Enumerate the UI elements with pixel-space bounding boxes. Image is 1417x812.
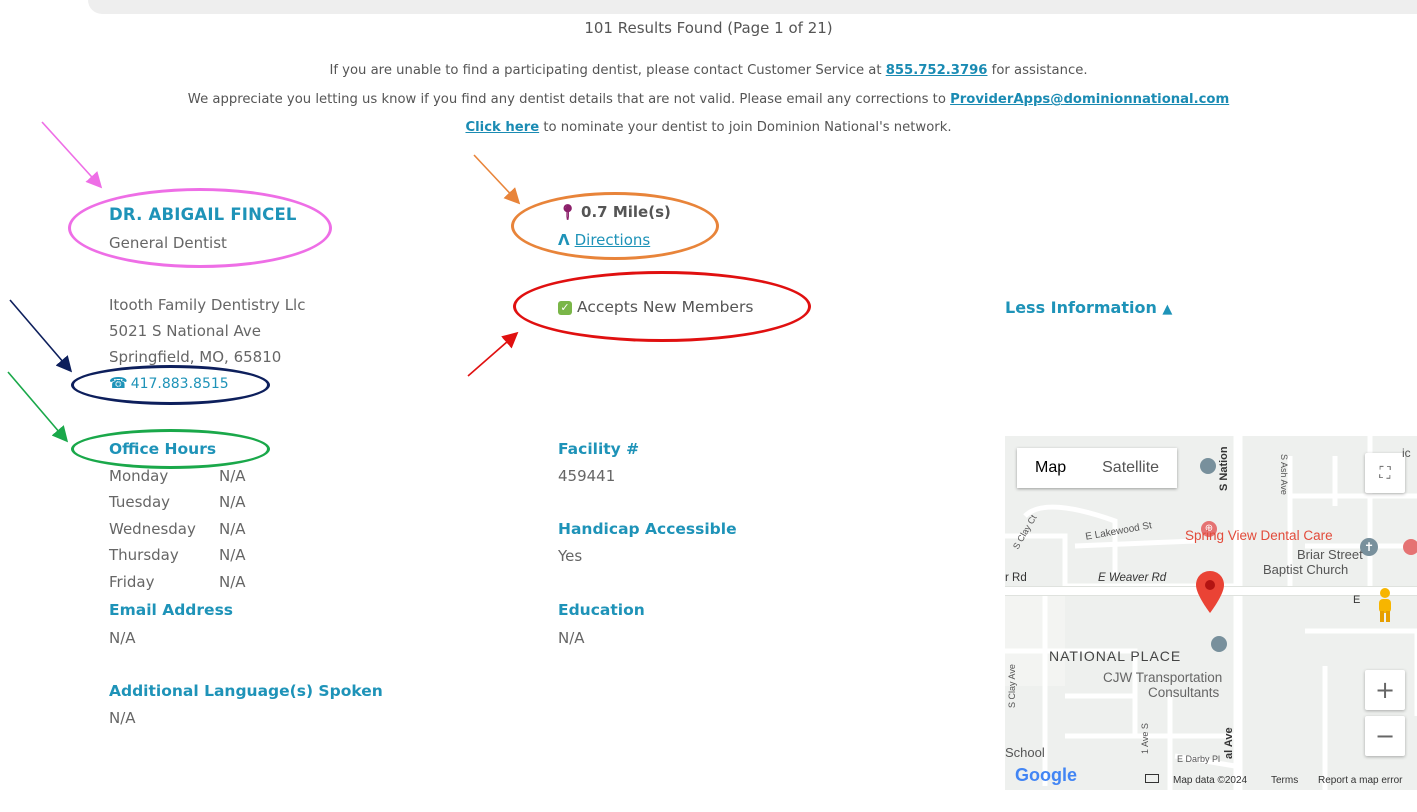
map-footer: Google Map data ©2024 Terms Report a map…	[1005, 765, 1417, 790]
annotation-circle-pink	[68, 188, 332, 268]
annotation-circle-green	[71, 429, 270, 469]
hours-day: Tuesday	[109, 493, 171, 511]
map-label: School	[1005, 745, 1045, 760]
map-data-text: Map data ©2024	[1173, 775, 1248, 786]
fullscreen-icon[interactable]: ⛶	[1365, 453, 1405, 493]
map-label: E Darby Pl	[1177, 754, 1221, 764]
hours-row: Thursday N/A	[109, 546, 246, 564]
navy-arrow	[9, 299, 73, 373]
hours-value: N/A	[219, 467, 246, 485]
map-label: ic	[1402, 446, 1411, 460]
map-type-toggle: Map Satellite	[1017, 448, 1178, 488]
handicap-heading: Handicap Accessible	[558, 520, 737, 538]
hours-row: Monday N/A	[109, 467, 246, 485]
map-label: CJW Transportation	[1103, 670, 1223, 685]
facility-heading: Facility #	[558, 440, 640, 458]
map-label: S Clay Ave	[1007, 664, 1017, 708]
pink-arrow	[41, 121, 103, 189]
handicap-value: Yes	[558, 547, 583, 565]
map-label: E Weaver Rd	[1098, 572, 1167, 584]
terms-link[interactable]: Terms	[1271, 775, 1298, 786]
email-heading: Email Address	[109, 601, 234, 619]
zoom-out-button[interactable]: −	[1365, 716, 1405, 756]
google-logo: Google	[1015, 765, 1077, 785]
hours-value: N/A	[219, 546, 246, 564]
hours-row: Tuesday N/A	[109, 493, 246, 511]
map-label: NATIONAL PLACE	[1049, 648, 1182, 664]
green-arrow	[7, 371, 69, 443]
pegman-icon[interactable]	[1365, 585, 1405, 625]
annotation-circle-red	[513, 271, 811, 342]
facility-value: 459441	[558, 467, 616, 485]
map-label: Briar Street	[1297, 547, 1363, 562]
map-label: r Rd	[1005, 572, 1027, 584]
map-label: Spring View Dental Care	[1185, 528, 1333, 543]
map-roads	[1005, 436, 1417, 790]
hours-value: N/A	[219, 573, 246, 591]
poi-icon	[1200, 458, 1216, 474]
location-pin-icon	[1196, 571, 1224, 613]
keyboard-icon[interactable]	[1145, 774, 1159, 783]
address-line-1: 5021 S National Ave	[109, 322, 261, 340]
practice-name: Itooth Family Dentistry Llc	[109, 296, 306, 314]
hours-value: N/A	[219, 493, 246, 511]
hours-row: Friday N/A	[109, 573, 246, 591]
map-label: S Nation	[1218, 446, 1230, 491]
annotation-circle-orange	[511, 192, 719, 260]
hours-day: Thursday	[109, 546, 179, 564]
map-label: E	[1353, 594, 1361, 606]
poi-icon	[1403, 539, 1417, 555]
languages-heading: Additional Language(s) Spoken	[109, 682, 383, 700]
red-arrow	[467, 331, 519, 377]
address-line-2: Springfield, MO, 65810	[109, 348, 282, 366]
zoom-in-button[interactable]: +	[1365, 670, 1405, 710]
hours-day: Monday	[109, 467, 169, 485]
languages-value: N/A	[109, 709, 136, 727]
map-label: Baptist Church	[1263, 562, 1349, 577]
orange-arrow	[473, 154, 521, 205]
report-map-error-link[interactable]: Report a map error	[1318, 775, 1402, 786]
hours-day: Friday	[109, 573, 155, 591]
hours-row: Wednesday N/A	[109, 520, 246, 538]
hours-value: N/A	[219, 520, 246, 538]
map-type-map-button[interactable]: Map	[1017, 448, 1084, 488]
education-value: N/A	[558, 629, 585, 647]
chevron-up-icon: ▲	[1162, 302, 1173, 317]
education-heading: Education	[558, 601, 645, 619]
less-information-toggle[interactable]: Less Information ▲	[1005, 298, 1172, 317]
less-information-label: Less Information	[1005, 298, 1157, 317]
annotation-circle-navy	[71, 365, 270, 405]
map-type-satellite-button[interactable]: Satellite	[1084, 448, 1177, 488]
email-value: N/A	[109, 629, 136, 647]
map-label: Consultants	[1148, 685, 1220, 700]
map-label: 1 Ave S	[1140, 723, 1150, 754]
map-widget[interactable]: Map Satellite ⛶ + − ⊕ ✝ Spring View Dent…	[1005, 436, 1417, 790]
map-label: S Ash Ave	[1279, 454, 1289, 495]
poi-icon	[1211, 636, 1227, 652]
hours-day: Wednesday	[109, 520, 196, 538]
map-label: al Ave	[1223, 727, 1235, 759]
